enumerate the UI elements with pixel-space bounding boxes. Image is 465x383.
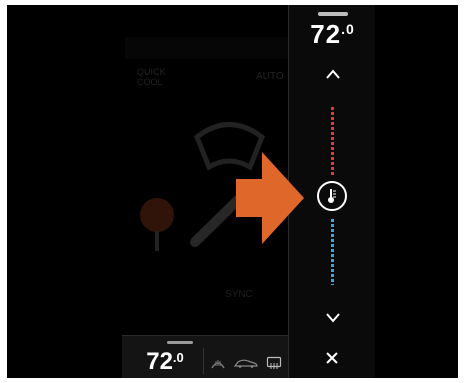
dimmed-climate-controls: QUICK COOL AUTO SYNC [7, 5, 458, 378]
climate-screen: QUICK COOL AUTO SYNC 72.0 72.0 [7, 5, 458, 378]
bottom-temperature-button[interactable]: 72.0 [126, 348, 204, 376]
rear-defrost-icon[interactable] [266, 356, 282, 370]
bottom-climate-bar: 72.0 [122, 335, 288, 378]
pointer-arrow-icon [236, 152, 304, 244]
temperature-slider-knob[interactable] [317, 181, 347, 211]
temperature-decimal: .0 [341, 21, 355, 37]
chevron-up-icon[interactable] [325, 67, 341, 81]
thermometer-icon [328, 189, 336, 203]
sync-button[interactable]: SYNC [225, 289, 253, 300]
divider [203, 348, 204, 374]
bottom-bar-handle[interactable] [167, 341, 193, 344]
car-airflow-icon[interactable] [234, 358, 258, 368]
bottom-temperature-value: 72 [146, 348, 173, 375]
seat-heat-icon [140, 198, 174, 251]
temperature-value: 72 [310, 19, 342, 49]
front-defrost-icon[interactable] [210, 356, 226, 370]
auto-button[interactable]: AUTO [256, 71, 284, 82]
chevron-down-icon[interactable] [325, 310, 341, 324]
close-icon[interactable] [325, 351, 339, 365]
bottom-temperature-decimal: .0 [172, 350, 184, 365]
temperature-readout: 72.0 [289, 19, 376, 50]
header-band [125, 37, 295, 59]
quick-cool-button[interactable]: QUICK COOL [137, 67, 177, 87]
panel-drag-handle[interactable] [318, 12, 348, 16]
cool-scale [331, 219, 334, 285]
warm-scale [331, 107, 334, 175]
